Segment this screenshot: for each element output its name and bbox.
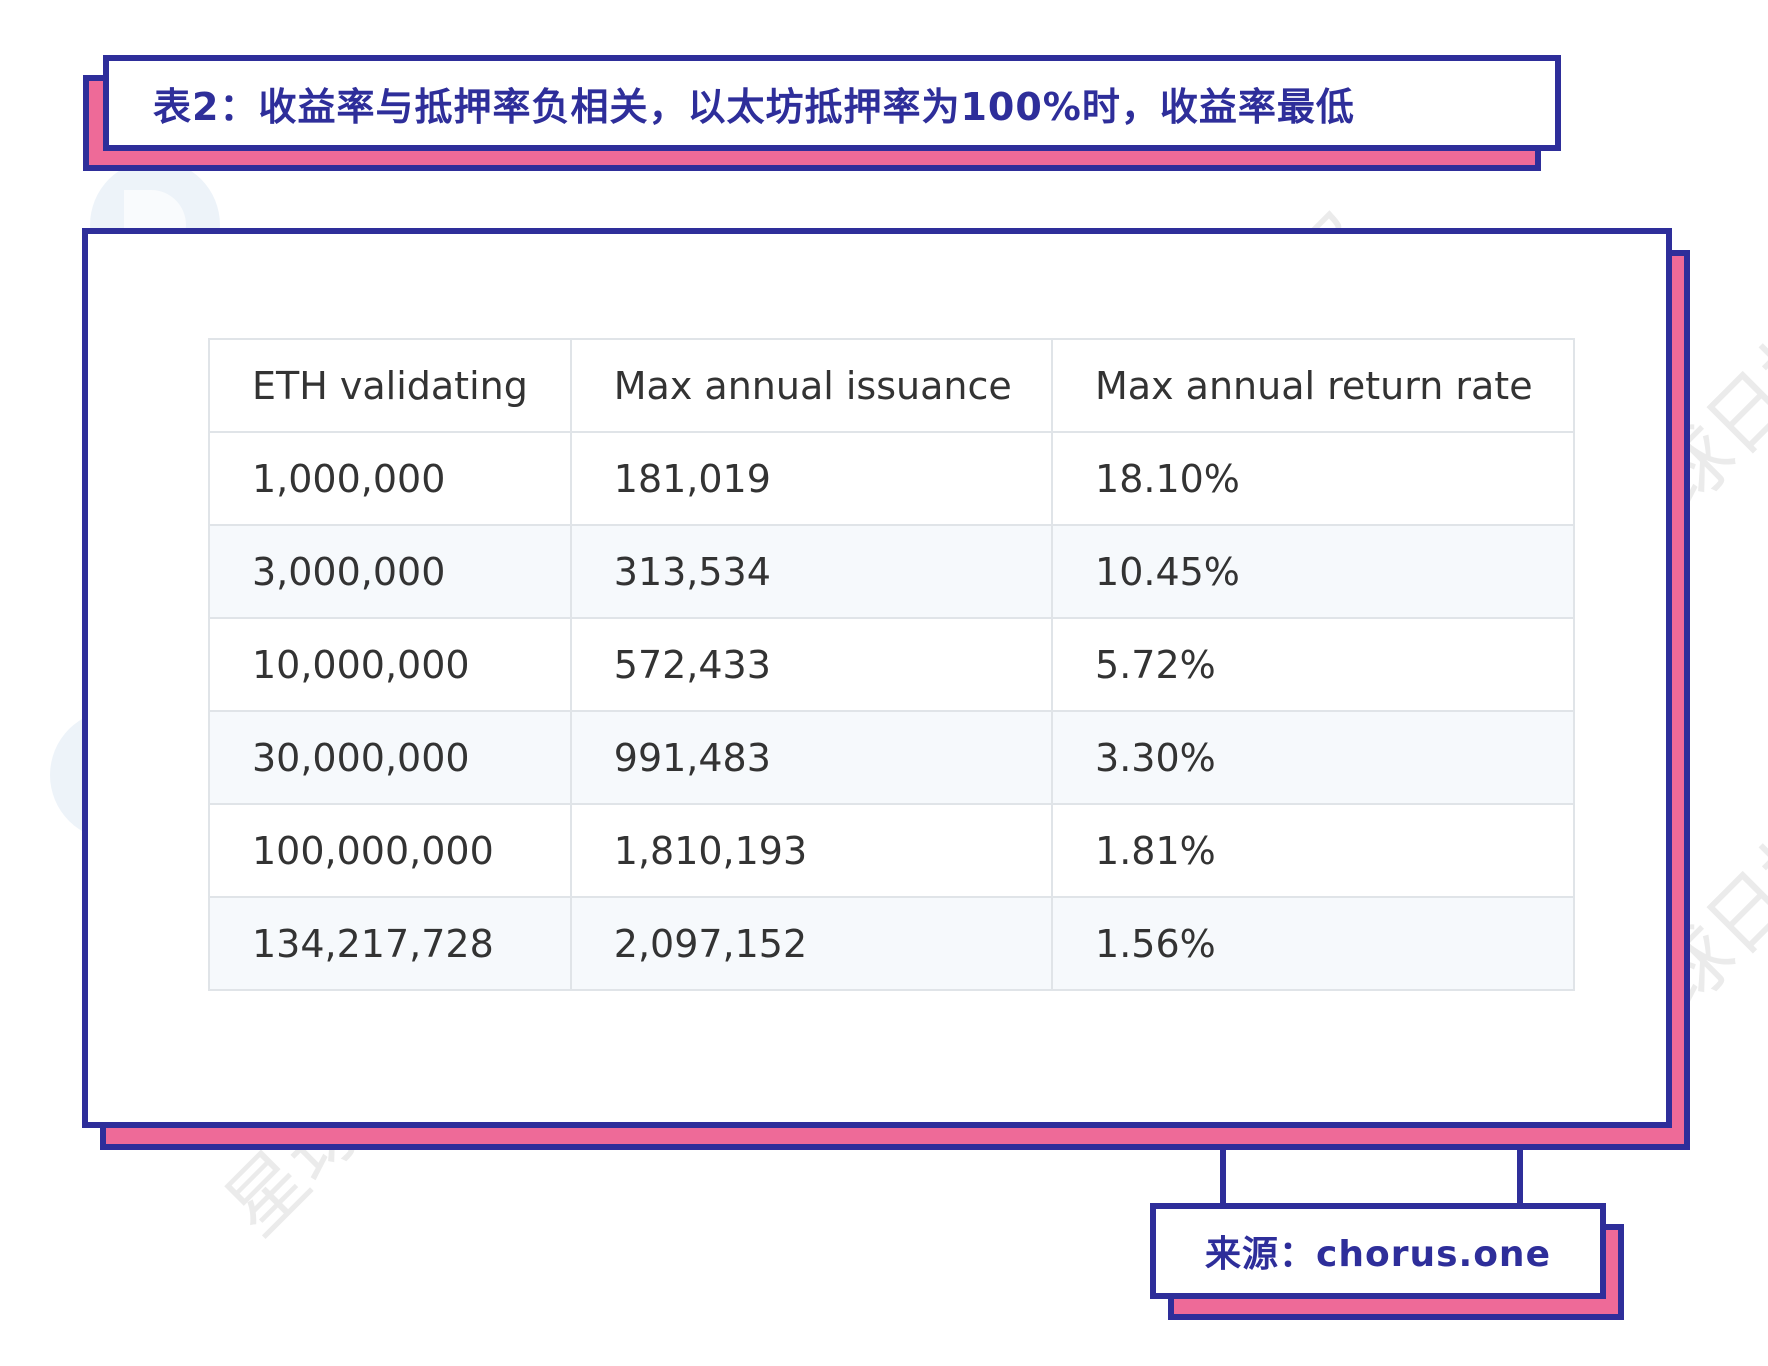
column-header: ETH validating [208, 338, 572, 433]
table-cell: 1,810,193 [569, 803, 1054, 898]
table-cell: 1.81% [1051, 803, 1575, 898]
table-header-row: ETH validating Max annual issuance Max a… [208, 338, 1575, 433]
column-header: Max annual return rate [1051, 338, 1575, 433]
table-row: 30,000,000 991,483 3.30% [208, 710, 1575, 805]
table-cell: 313,534 [569, 524, 1054, 619]
source-box: 来源：chorus.one [1150, 1203, 1606, 1299]
table-row: 100,000,000 1,810,193 1.81% [208, 803, 1575, 898]
table-cell: 100,000,000 [208, 803, 572, 898]
source-connector-right [1517, 1145, 1523, 1207]
table-cell: 3.30% [1051, 710, 1575, 805]
table-cell: 3,000,000 [208, 524, 572, 619]
table-cell: 10.45% [1051, 524, 1575, 619]
table-cell: 2,097,152 [569, 896, 1054, 991]
table-cell: 30,000,000 [208, 710, 572, 805]
table-cell: 5.72% [1051, 617, 1575, 712]
table-cell: 18.10% [1051, 431, 1575, 526]
source-label: 来源：chorus.one [1205, 1234, 1551, 1275]
table-cell: 991,483 [569, 710, 1054, 805]
source-connector-left [1220, 1145, 1226, 1207]
table-cell: 181,019 [569, 431, 1054, 526]
table-row: 10,000,000 572,433 5.72% [208, 617, 1575, 712]
table-cell: 572,433 [569, 617, 1054, 712]
table-row: 1,000,000 181,019 18.10% [208, 431, 1575, 526]
table-cell: 1.56% [1051, 896, 1575, 991]
table-row: 3,000,000 313,534 10.45% [208, 524, 1575, 619]
table-cell: 134,217,728 [208, 896, 572, 991]
title-box: 表2：收益率与抵押率负相关，以太坊抵押率为100%时，收益率最低 [103, 55, 1561, 151]
data-table: ETH validating Max annual issuance Max a… [208, 338, 1575, 991]
table-cell: 1,000,000 [208, 431, 572, 526]
table-cell: 10,000,000 [208, 617, 572, 712]
page-title: 表2：收益率与抵押率负相关，以太坊抵押率为100%时，收益率最低 [153, 84, 1355, 129]
table-row: 134,217,728 2,097,152 1.56% [208, 896, 1575, 991]
column-header: Max annual issuance [569, 338, 1054, 433]
